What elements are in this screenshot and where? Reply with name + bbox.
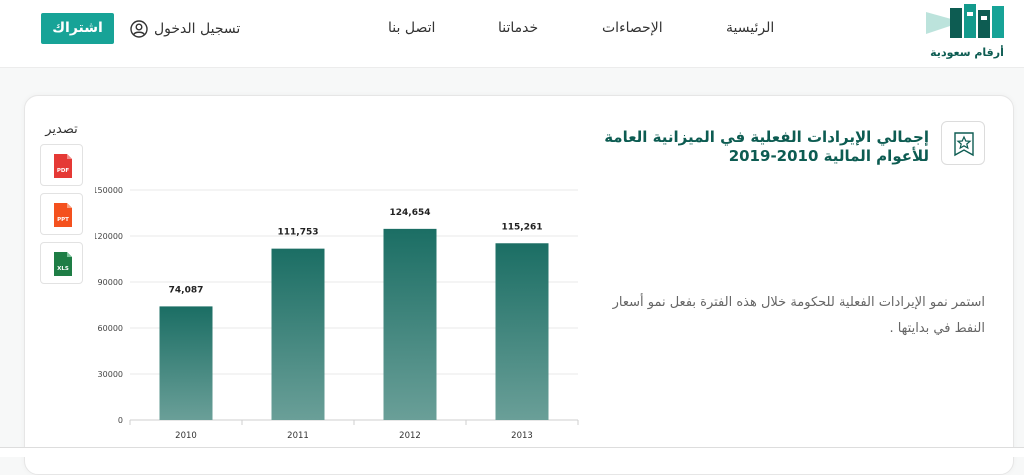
bottom-strip	[0, 447, 1024, 457]
star-bookmark-icon	[954, 132, 974, 157]
data-label: 124,654	[390, 208, 431, 218]
y-tick-label: 30000	[98, 370, 123, 379]
nav-statistics[interactable]: الإحصاءات	[602, 20, 663, 36]
card-description: استمر نمو الإيرادات الفعلية للحكومة خلال…	[612, 295, 985, 336]
y-tick-label: 60000	[98, 324, 123, 333]
bar-2010[interactable]	[159, 306, 213, 420]
nav-contact[interactable]: اتصل بنا	[388, 20, 435, 36]
export-pdf-button[interactable]: PDF	[40, 144, 83, 186]
card-title: إجمالي الإيرادات الفعلية في الميزانية ال…	[604, 128, 929, 165]
y-tick-label: 150000	[95, 186, 123, 195]
x-tick-label: 2010	[175, 431, 197, 441]
pdf-text: PDF	[57, 168, 70, 174]
data-label: 74,087	[169, 285, 204, 295]
x-tick-label: 2013	[511, 431, 533, 441]
revenue-bar-chart: 0 30000 60000 90000 120000 150000 74,087 2010 11…	[95, 186, 579, 441]
y-tick-label: 90000	[98, 278, 123, 287]
export-xls-button[interactable]: XLS	[40, 242, 83, 284]
bar-2013[interactable]	[495, 243, 549, 420]
pdf-file-icon: PDF	[54, 154, 72, 178]
x-tick-label: 2011	[287, 431, 309, 441]
x-tick-label: 2012	[399, 431, 421, 441]
logo-text: أرقام سعودية	[930, 46, 1004, 59]
export-ppt-button[interactable]: PPT	[40, 193, 83, 235]
login-button[interactable]: تسجيل الدخول	[130, 18, 240, 40]
bookmark-button[interactable]	[941, 121, 985, 165]
ppt-text: PPT	[57, 217, 69, 223]
y-tick-label: 0	[118, 416, 123, 425]
site-logo[interactable]: أرقام سعودية	[922, 0, 1012, 66]
subscribe-button[interactable]: اشتراك	[41, 13, 114, 44]
xls-text: XLS	[57, 266, 69, 272]
export-label: تصدير	[45, 122, 78, 137]
data-label: 115,261	[502, 222, 543, 232]
top-navbar: أرقام سعودية الرئيسية الإحصاءات خدماتنا …	[0, 0, 1024, 68]
bar-2011[interactable]	[271, 248, 325, 420]
ppt-file-icon: PPT	[54, 203, 72, 227]
user-circle-icon	[130, 20, 148, 38]
bar-2012[interactable]	[383, 228, 437, 420]
xls-file-icon: XLS	[54, 252, 72, 276]
logo-bars-icon	[926, 4, 1004, 38]
login-label: تسجيل الدخول	[154, 21, 241, 37]
chart-bars	[159, 228, 549, 420]
y-tick-label: 120000	[95, 232, 123, 241]
nav-home[interactable]: الرئيسية	[726, 20, 774, 36]
data-label: 111,753	[278, 228, 319, 238]
nav-services[interactable]: خدماتنا	[498, 20, 538, 36]
